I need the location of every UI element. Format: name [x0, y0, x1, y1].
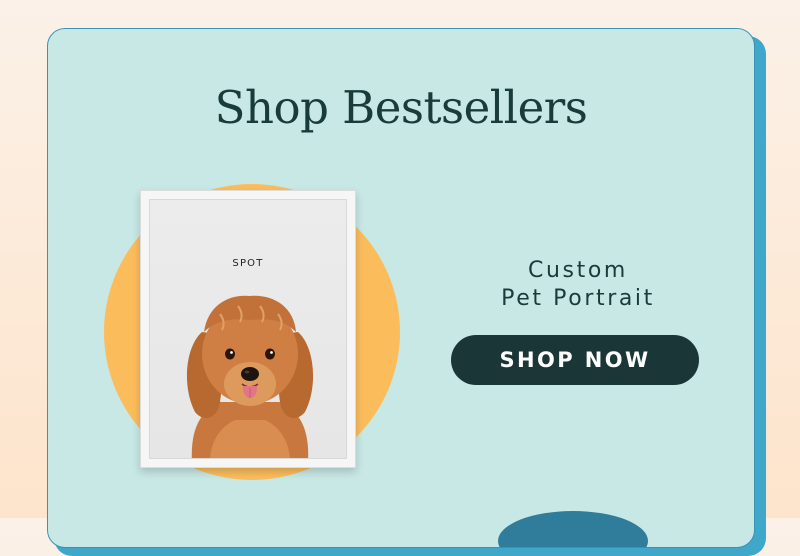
shop-now-button[interactable]: SHOP NOW [451, 335, 699, 385]
product-title: Custom Pet Portrait [428, 257, 728, 313]
bestsellers-card: Shop Bestsellers SPOT Custom Pet Portrai… [47, 28, 755, 548]
product-title-line1: Custom [528, 258, 628, 283]
section-title: Shop Bestsellers [214, 81, 588, 134]
product-image-frame[interactable]: SPOT [140, 190, 356, 468]
portrait-mat: SPOT [149, 199, 347, 459]
product-title-line2: Pet Portrait [501, 286, 655, 311]
dog-portrait-illustration [186, 295, 314, 458]
next-section-shape [498, 511, 648, 547]
pet-name-label: SPOT [232, 258, 264, 269]
